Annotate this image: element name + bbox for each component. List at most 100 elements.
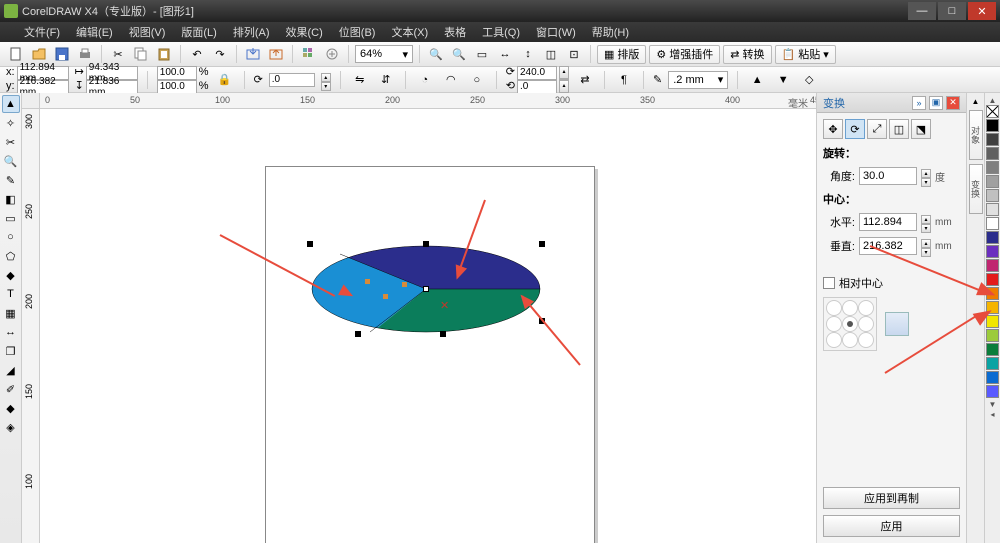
color-swatch[interactable] <box>986 245 999 258</box>
freehand-tool[interactable]: ✎ <box>2 171 20 189</box>
center-v-spinner[interactable]: ▴▾ <box>921 239 931 253</box>
color-swatch[interactable] <box>986 133 999 146</box>
start-angle-spinner[interactable]: ▴▾ <box>559 66 569 80</box>
rotation-spinner[interactable]: ▴▾ <box>321 73 331 87</box>
interactive-fill-tool[interactable]: ◈ <box>2 418 20 436</box>
zoom-out-button[interactable]: 🔍 <box>449 44 469 64</box>
handle-s[interactable] <box>440 331 446 337</box>
import-button[interactable] <box>243 44 263 64</box>
menu-edit[interactable]: 编辑(E) <box>70 22 119 42</box>
smart-fill-tool[interactable]: ◧ <box>2 190 20 208</box>
menu-help[interactable]: 帮助(H) <box>586 22 635 42</box>
handle-sw[interactable] <box>355 331 361 337</box>
menu-text[interactable]: 文本(X) <box>385 22 434 42</box>
edit-node[interactable] <box>383 294 388 299</box>
swap-angle-button[interactable]: ⇄ <box>575 70 595 90</box>
ellipse-button[interactable]: ○ <box>467 70 487 90</box>
no-fill-swatch[interactable] <box>986 105 999 118</box>
center-h-input[interactable]: 112.894 <box>859 213 917 231</box>
paste-button[interactable] <box>154 44 174 64</box>
zoom-tool[interactable]: 🔍 <box>2 152 20 170</box>
welcome-button[interactable] <box>322 44 342 64</box>
angle-input[interactable]: 30.0 <box>859 167 917 185</box>
shape-tool[interactable]: ✧ <box>2 114 20 132</box>
ruler-origin[interactable] <box>22 93 40 109</box>
to-front-button[interactable]: ▲ <box>747 70 767 90</box>
center-marker[interactable] <box>423 286 429 292</box>
app-launcher-button[interactable] <box>299 44 319 64</box>
tab-skew[interactable]: ⬔ <box>911 119 931 139</box>
crop-tool[interactable]: ✂ <box>2 133 20 151</box>
blend-tool[interactable]: ❐ <box>2 342 20 360</box>
zoom-select[interactable]: 64%▾ <box>355 45 413 63</box>
menu-window[interactable]: 窗口(W) <box>530 22 582 42</box>
arc-button[interactable]: ◠ <box>441 70 461 90</box>
edit-node[interactable] <box>365 279 370 284</box>
y-input[interactable]: 216.382 mm <box>17 80 69 94</box>
scale-x-input[interactable]: 100.0 <box>157 66 197 80</box>
apply-duplicate-button[interactable]: 应用到再制 <box>823 487 960 509</box>
menu-arrange[interactable]: 排列(A) <box>227 22 276 42</box>
lock-ratio-button[interactable]: 🔒 <box>215 70 235 90</box>
zoom-in-button[interactable]: 🔍 <box>426 44 446 64</box>
menu-file[interactable]: 文件(F) <box>18 22 66 42</box>
scale-y-input[interactable]: 100.0 <box>157 80 197 94</box>
vtab-transform[interactable]: 变换 <box>969 164 983 214</box>
color-swatch[interactable] <box>986 259 999 272</box>
handle-n[interactable] <box>423 241 429 247</box>
rectangle-tool[interactable]: ▭ <box>2 209 20 227</box>
menu-view[interactable]: 视图(V) <box>123 22 172 42</box>
zoom-height-button[interactable]: ↕ <box>518 44 538 64</box>
relative-checkbox[interactable] <box>823 277 835 289</box>
zoom-page-button[interactable]: ▭ <box>472 44 492 64</box>
color-swatch[interactable] <box>986 161 999 174</box>
dimension-tool[interactable]: ↔ <box>2 323 20 341</box>
menu-tools[interactable]: 工具(Q) <box>476 22 526 42</box>
docker-titlebar[interactable]: 变换 » ▣ ✕ <box>817 93 966 113</box>
to-back-button[interactable]: ▼ <box>773 70 793 90</box>
convert-curves-button[interactable]: ◇ <box>799 70 819 90</box>
ruler-horizontal[interactable]: 毫米 050100150200250300350400450 <box>40 93 816 109</box>
color-swatch[interactable] <box>986 371 999 384</box>
pie-button[interactable]: ◔ <box>415 70 435 90</box>
color-swatch[interactable] <box>986 203 999 216</box>
menu-bitmap[interactable]: 位图(B) <box>333 22 382 42</box>
wrap-text-button[interactable]: ¶ <box>614 70 634 90</box>
table-tool[interactable]: ▦ <box>2 304 20 322</box>
apply-button[interactable]: 应用 <box>823 515 960 537</box>
outline-width-select[interactable]: .2 mm▾ <box>668 71 728 89</box>
color-swatch[interactable] <box>986 343 999 356</box>
menu-effects[interactable]: 效果(C) <box>280 22 329 42</box>
dropper-tool[interactable]: ◢ <box>2 361 20 379</box>
mirror-h-button[interactable]: ⇋ <box>350 70 370 90</box>
tab-strip-up[interactable]: ▲ <box>972 97 980 106</box>
edit-node[interactable] <box>402 282 407 287</box>
docker-expand-button[interactable]: » <box>912 96 926 110</box>
redo-button[interactable]: ↷ <box>210 44 230 64</box>
outline-tool[interactable]: ✐ <box>2 380 20 398</box>
handle-ne[interactable] <box>539 241 545 247</box>
vtab-object[interactable]: 对象 <box>969 110 983 160</box>
ruler-vertical[interactable]: 300250200150100 <box>22 109 40 543</box>
plugins-button[interactable]: ⚙增强插件 <box>649 45 720 64</box>
end-angle-input[interactable]: .0 <box>517 80 557 94</box>
palette-flyout-button[interactable]: ◂ <box>986 409 999 419</box>
maximize-button[interactable]: □ <box>938 2 966 20</box>
layout-button[interactable]: ▦排版 <box>597 45 646 64</box>
start-angle-input[interactable]: 240.0 <box>517 66 557 80</box>
undo-button[interactable]: ↶ <box>187 44 207 64</box>
basic-shapes-tool[interactable]: ◆ <box>2 266 20 284</box>
zoom-selection-button[interactable]: ◫ <box>541 44 561 64</box>
fill-tool[interactable]: ◆ <box>2 399 20 417</box>
pick-tool[interactable]: ▲ <box>2 95 20 113</box>
mirror-v-button[interactable]: ⇵ <box>376 70 396 90</box>
zoom-all-button[interactable]: ⊡ <box>564 44 584 64</box>
polygon-tool[interactable]: ⬠ <box>2 247 20 265</box>
close-button[interactable]: ✕ <box>968 2 996 20</box>
color-swatch[interactable] <box>986 231 999 244</box>
docker-close-button[interactable]: ✕ <box>946 96 960 110</box>
height-input[interactable]: 21.836 mm <box>86 80 138 94</box>
tab-scale[interactable]: ⤢ <box>867 119 887 139</box>
text-tool[interactable]: T <box>2 285 20 303</box>
menu-layout[interactable]: 版面(L) <box>175 22 222 42</box>
